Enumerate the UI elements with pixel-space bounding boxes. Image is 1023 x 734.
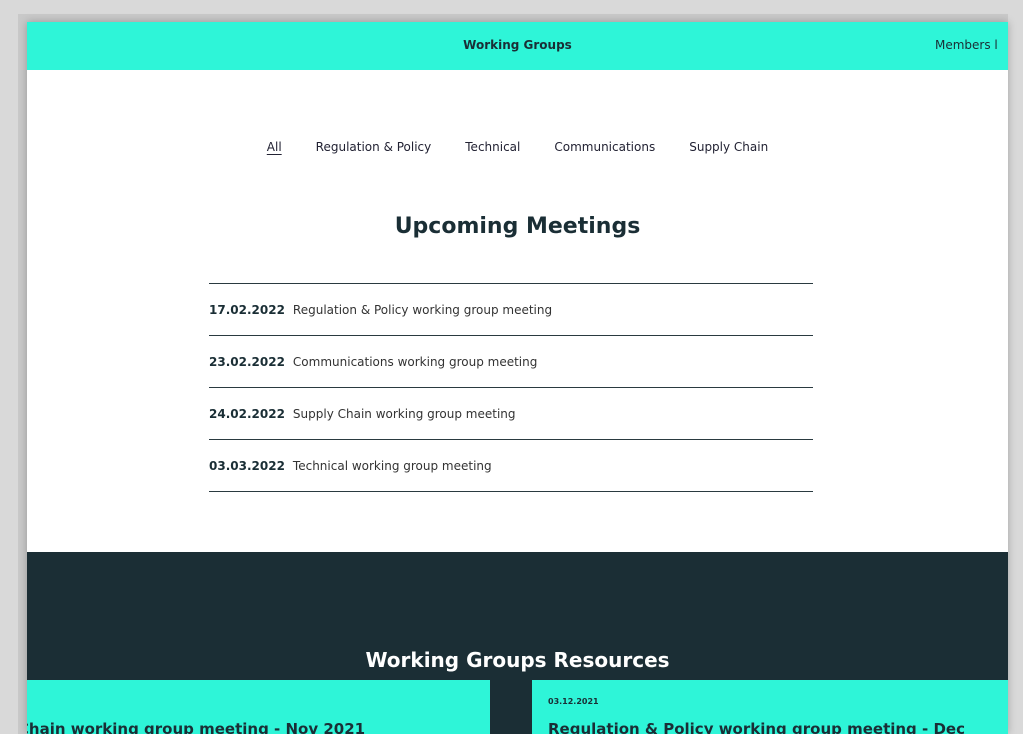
meeting-date: 24.02.2022 bbox=[209, 406, 285, 421]
filter-all[interactable]: All bbox=[267, 140, 282, 154]
meeting-label: Technical working group meeting bbox=[292, 458, 492, 473]
meeting-row[interactable]: 17.02.2022 Regulation & Policy working g… bbox=[209, 284, 813, 336]
page: Working Groups Members l All Regulation … bbox=[27, 22, 1008, 734]
top-bar-title: Working Groups bbox=[463, 38, 572, 52]
resource-card[interactable]: 03.12.2021 Regulation & Policy working g… bbox=[532, 680, 1008, 734]
resource-card-date: 03.12.2021 bbox=[548, 697, 599, 706]
meeting-row[interactable]: 24.02.2022 Supply Chain working group me… bbox=[209, 388, 813, 440]
meeting-label: Communications working group meeting bbox=[292, 354, 538, 369]
meeting-date: 17.02.2022 bbox=[209, 302, 285, 317]
filter-regulation-policy[interactable]: Regulation & Policy bbox=[316, 140, 432, 154]
resources-title: Working Groups Resources bbox=[365, 648, 670, 672]
resources-section: Working Groups Resources 021 ply Chain w… bbox=[27, 552, 1008, 734]
filter-communications[interactable]: Communications bbox=[554, 140, 655, 154]
resource-card-title: ply Chain working group meeting - Nov 20… bbox=[27, 720, 366, 734]
filter-technical[interactable]: Technical bbox=[465, 140, 520, 154]
filter-supply-chain[interactable]: Supply Chain bbox=[689, 140, 768, 154]
meeting-row[interactable]: 23.02.2022 Communications working group … bbox=[209, 336, 813, 388]
meeting-label: Supply Chain working group meeting bbox=[292, 406, 516, 421]
resource-card[interactable]: 021 ply Chain working group meeting - No… bbox=[27, 680, 490, 734]
meeting-row[interactable]: 03.03.2022 Technical working group meeti… bbox=[209, 440, 813, 492]
meeting-date: 03.03.2022 bbox=[209, 458, 285, 473]
top-bar: Working Groups Members l bbox=[27, 22, 1008, 70]
meeting-date: 23.02.2022 bbox=[209, 354, 285, 369]
upcoming-meetings-title: Upcoming Meetings bbox=[394, 214, 641, 239]
meeting-label: Regulation & Policy working group meetin… bbox=[292, 302, 553, 317]
meetings-list: 17.02.2022 Regulation & Policy working g… bbox=[209, 283, 813, 492]
members-link[interactable]: Members l bbox=[935, 38, 998, 52]
filter-tabs: All Regulation & Policy Technical Commun… bbox=[27, 140, 1008, 154]
resource-card-title: Regulation & Policy working group meetin… bbox=[548, 720, 965, 734]
